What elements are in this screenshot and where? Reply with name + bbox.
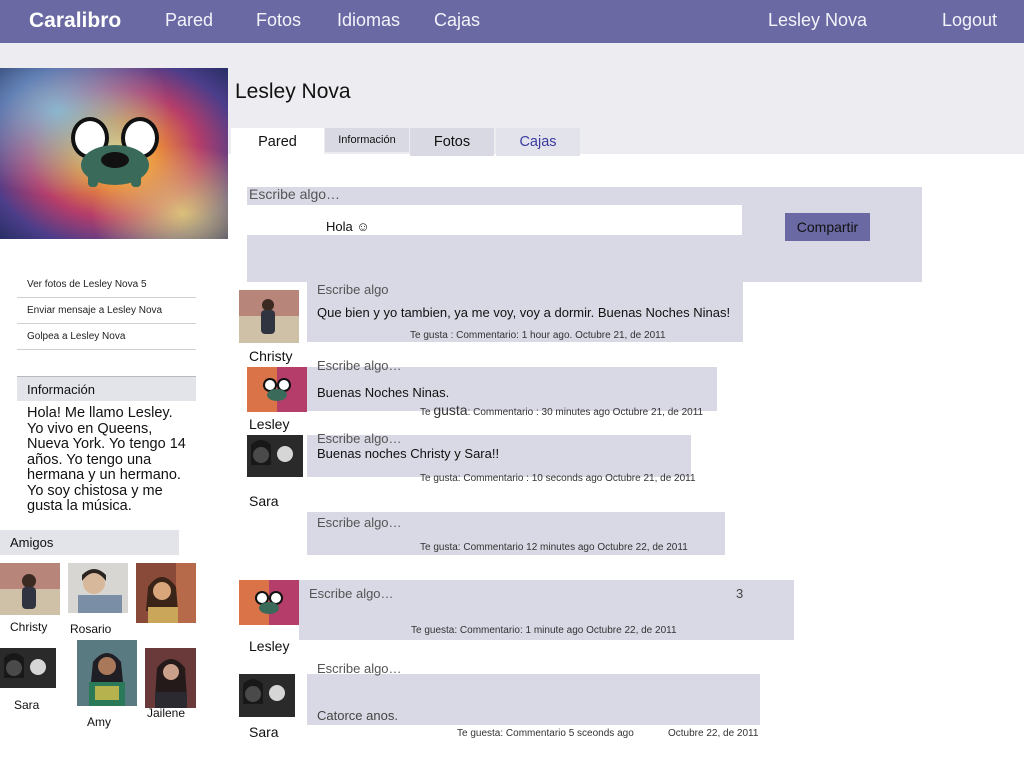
- link-view-photos[interactable]: Ver fotos de Lesley Nova 5: [17, 272, 196, 298]
- link-send-message[interactable]: Enviar mensaje a Lesley Nova: [17, 298, 196, 324]
- nav-fotos[interactable]: Fotos: [256, 10, 301, 31]
- friend-photo-rosario[interactable]: [68, 563, 128, 613]
- post-author[interactable]: Christy: [249, 348, 293, 364]
- friends-heading: Amigos: [0, 530, 179, 555]
- post-meta: Te guesta: Commentario: 1 minute ago Oct…: [411, 625, 677, 636]
- friend-name-christy[interactable]: Christy: [10, 620, 47, 634]
- post-count: 3: [736, 586, 744, 601]
- post-text: Que bien y yo tambien, ya me voy, voy a …: [317, 305, 731, 320]
- friend-photo-christy[interactable]: [0, 563, 60, 615]
- tab-informacion[interactable]: Información: [325, 128, 409, 152]
- post-placeholder: Escribe algo…: [317, 661, 402, 676]
- tab-pared[interactable]: Pared: [231, 128, 324, 156]
- top-nav-bar: [0, 0, 1024, 43]
- post-date: Octubre 22, de 2011: [668, 728, 759, 739]
- link-poke[interactable]: Golpea a Lesley Nova: [17, 324, 196, 350]
- post-meta: Te guesta: Commentario 5 sceonds ago: [457, 728, 634, 739]
- nav-cajas[interactable]: Cajas: [434, 10, 480, 31]
- share-button[interactable]: Compartir: [785, 213, 870, 241]
- composer-input-value: Hola ☺: [326, 219, 370, 234]
- nav-idiomas[interactable]: Idiomas: [337, 10, 400, 31]
- nav-pared[interactable]: Pared: [165, 10, 213, 31]
- friend-photo-3[interactable]: [136, 563, 196, 623]
- friend-name-amy[interactable]: Amy: [87, 715, 111, 729]
- profile-name: Lesley Nova: [235, 80, 351, 103]
- tab-fotos[interactable]: Fotos: [410, 128, 494, 156]
- post-author[interactable]: Sara: [249, 493, 279, 509]
- friend-name-jailene[interactable]: Jailene: [147, 706, 185, 720]
- post-placeholder: Escribe algo…: [317, 358, 402, 373]
- info-heading: Información: [17, 376, 196, 401]
- post-text: Buenas noches Christy y Sara!!: [317, 446, 500, 461]
- post-placeholder: Escribe algo…: [317, 431, 402, 446]
- logout-link[interactable]: Logout: [942, 10, 997, 31]
- post-author[interactable]: Sara: [249, 724, 279, 740]
- friend-photo-jailene[interactable]: [145, 648, 196, 708]
- friend-photo-sara[interactable]: [0, 648, 56, 688]
- post-placeholder: Escribe algo…: [309, 586, 394, 601]
- post-author[interactable]: Lesley: [249, 416, 289, 432]
- header-band: [0, 43, 1024, 68]
- post-avatar-christy[interactable]: [239, 290, 299, 343]
- post-avatar-lesley[interactable]: [247, 367, 307, 412]
- nav-user-name[interactable]: Lesley Nova: [768, 10, 867, 31]
- post-avatar-lesley[interactable]: [239, 580, 299, 625]
- post-avatar-sara[interactable]: [239, 674, 295, 717]
- post-text: Catorce anos.: [317, 708, 398, 723]
- post-meta: Te gusta: Commentario 12 minutes ago Oct…: [420, 542, 688, 553]
- post-author[interactable]: Lesley: [249, 638, 289, 654]
- profile-picture[interactable]: [0, 68, 228, 239]
- friend-photo-amy[interactable]: [77, 640, 137, 706]
- composer-placeholder: Escribe algo…: [249, 186, 341, 202]
- post-meta: Te gusta : Commentario: 1 hour ago. Octu…: [410, 330, 666, 341]
- post-avatar-sara[interactable]: [247, 435, 303, 477]
- post-placeholder: Escribe algo…: [317, 515, 402, 530]
- post-meta: Te gusta: Commentario : 30 minutes ago O…: [420, 402, 704, 418]
- bio-text: Hola! Me llamo Lesley. Yo vivo en Queens…: [27, 405, 186, 514]
- friend-name-sara[interactable]: Sara: [14, 698, 39, 712]
- brand-logo[interactable]: Caralibro: [29, 9, 121, 33]
- friend-name-rosario[interactable]: Rosario: [70, 622, 111, 636]
- post-placeholder: Escribe algo: [317, 282, 389, 297]
- post-text: Buenas Noches Ninas.: [317, 385, 450, 400]
- tab-cajas[interactable]: Cajas: [496, 128, 580, 156]
- composer-input[interactable]: [247, 205, 742, 235]
- post-meta: Te gusta: Commentario : 10 seconds ago O…: [420, 473, 696, 484]
